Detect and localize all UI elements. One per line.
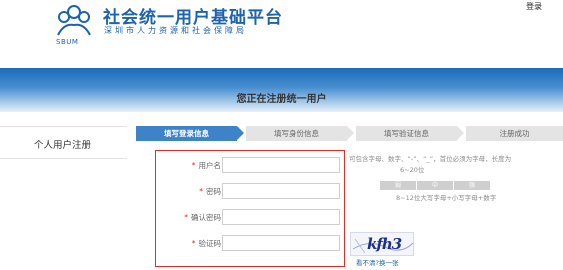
step-arrow [237, 126, 244, 140]
sidebar-divider [0, 126, 127, 127]
strength-weak: 弱 [380, 181, 416, 190]
login-link[interactable]: 登录 [526, 1, 542, 12]
password-label: 密码 [206, 187, 221, 196]
captcha-image[interactable]: kfh3 [350, 232, 414, 256]
header: SBUM 社会统一用户基础平台 深圳市人力资源和社会保障局 登录 [0, 0, 563, 68]
step-arrow [347, 126, 354, 140]
required-mark: * [191, 239, 196, 248]
username-label: 用户名 [198, 161, 222, 170]
logo-icon [57, 5, 91, 36]
logo-abbr: SBUM [56, 38, 79, 46]
step-progress: 填写登录信息 填写身份信息 填写验证信息 注册成功 [136, 126, 563, 141]
strength-medium: 中 [417, 181, 453, 190]
sidebar-item-personal-register[interactable]: 个人用户注册 [34, 137, 91, 151]
step-arrow [457, 126, 464, 140]
form-row-password: * 密码 [156, 182, 346, 202]
required-mark: * [184, 213, 188, 222]
required-mark: * [199, 187, 203, 196]
required-mark: * [191, 161, 196, 170]
username-input[interactable] [222, 157, 340, 173]
captcha-input[interactable] [222, 235, 340, 251]
username-hint: 可包含字母、数字、“-”、“_”，首位必须为字母，长度为 [349, 155, 512, 163]
captcha-label: 验证码 [198, 239, 222, 248]
step-1: 填写登录信息 [136, 126, 237, 141]
confirm-password-label: 确认密码 [191, 213, 221, 222]
step-2: 填写身份信息 [246, 126, 347, 141]
form-row-confirm-password: * 确认密码 [156, 208, 346, 228]
site-subtitle: 深圳市人力资源和社会保障局 [104, 26, 247, 35]
page-title: 您正在注册统一用户 [236, 94, 327, 105]
confirm-password-input[interactable] [222, 209, 340, 225]
password-strength-meter: 弱 中 强 [380, 181, 490, 190]
step-3: 填写验证信息 [356, 126, 457, 141]
password-rule-hint: 8~12位大写字母+小写字母+数字 [396, 194, 497, 202]
password-input[interactable] [222, 183, 340, 199]
strength-strong: 强 [454, 181, 490, 190]
username-length-hint: 6~20位 [400, 166, 425, 174]
form-row-captcha: * 验证码 [156, 234, 346, 254]
step-4: 注册成功 [466, 126, 563, 141]
form-row-username: * 用户名 [156, 156, 346, 176]
sidebar-divider [0, 158, 127, 159]
captcha-text: kfh3 [367, 235, 402, 253]
login-info-form: * 用户名 * 密码 * 确认密码 * 验证码 [155, 150, 345, 267]
refresh-captcha-link[interactable]: 看不清?换一张 [356, 257, 398, 267]
